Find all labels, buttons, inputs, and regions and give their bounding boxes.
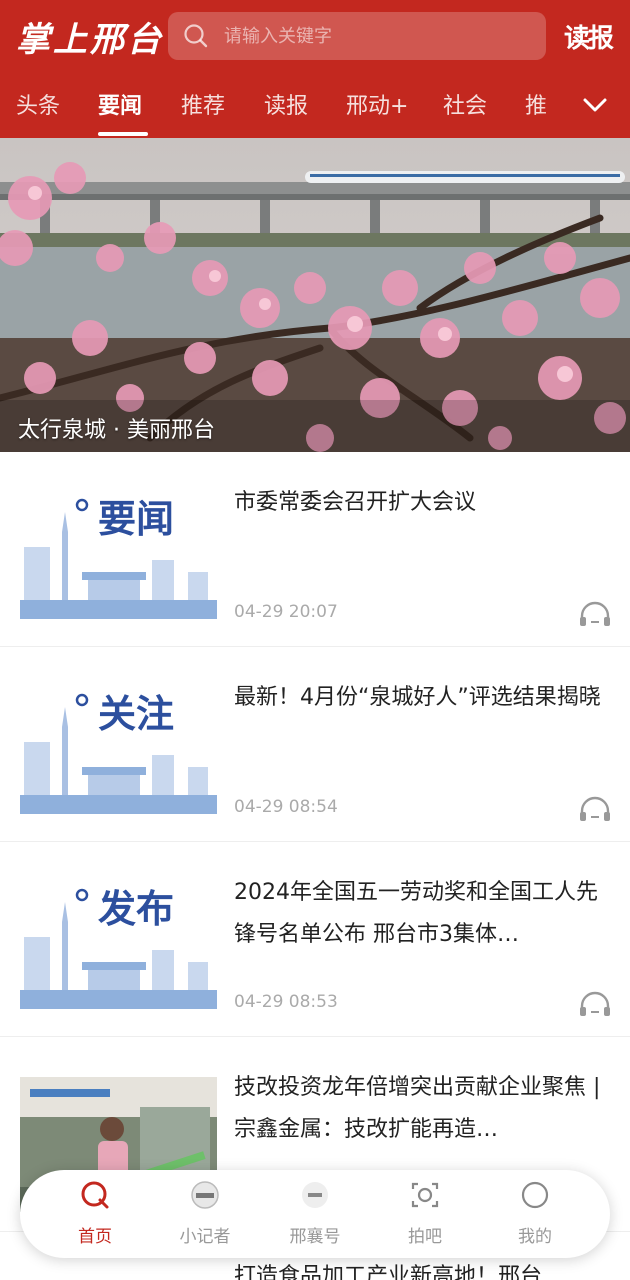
news-title[interactable]: 市委常委会召开扩大会议 bbox=[234, 482, 609, 524]
news-thumbnail: 发布 bbox=[20, 882, 217, 1017]
thumbnail-label: 发布 bbox=[98, 886, 174, 931]
news-thumbnail: 关注 bbox=[20, 687, 217, 822]
banner-caption: 太行泉城 · 美丽邢台 bbox=[18, 418, 215, 443]
tab-tuijian[interactable]: 推荐 bbox=[181, 88, 225, 120]
nav-label: 我的 bbox=[518, 1227, 552, 1247]
news-title[interactable]: 最新！4月份“泉城好人”评选结果揭晓 bbox=[234, 677, 609, 719]
news-item[interactable]: 要闻 市委常委会召开扩大会议 04-29 20:07 bbox=[0, 452, 630, 647]
active-tab-indicator bbox=[98, 132, 148, 136]
nav-profile[interactable]: 我的 bbox=[480, 1170, 590, 1258]
read-paper-button[interactable]: 读报 bbox=[564, 16, 614, 56]
bottom-navigation: 首页 小记者 邢襄号 拍吧 我的 bbox=[20, 1170, 610, 1258]
news-title-partial[interactable]: 打造食品加工产业新高地！邢台 bbox=[234, 1258, 542, 1280]
news-item[interactable]: 关注 最新！4月份“泉城好人”评选结果揭晓 04-29 08:54 bbox=[0, 647, 630, 842]
tab-toutiao[interactable]: 头条 bbox=[16, 88, 60, 120]
chevron-down-icon[interactable] bbox=[580, 90, 610, 120]
news-time: 04-29 20:07 bbox=[234, 602, 338, 622]
hero-banner[interactable]: 太行泉城 · 美丽邢台 bbox=[0, 138, 630, 452]
camera-icon bbox=[411, 1182, 439, 1208]
news-time: 04-29 08:54 bbox=[234, 797, 338, 817]
nav-reporter[interactable]: 小记者 bbox=[150, 1170, 260, 1258]
news-title[interactable]: 2024年全国五一劳动奖和全国工人先锋号名单公布 邢台市3集体… bbox=[234, 872, 609, 956]
news-title[interactable]: 技改投资龙年倍增突出贡献企业聚焦 | 宗鑫金属：技改扩能再造… bbox=[234, 1067, 609, 1151]
nav-xingxiang[interactable]: 邢襄号 bbox=[260, 1170, 370, 1258]
nav-label: 邢襄号 bbox=[289, 1227, 341, 1247]
channel-tabs: 头条 要闻 推荐 读报 邢动+ 社会 推 bbox=[0, 76, 630, 138]
app-header: 掌上邢台 读报 头条 要闻 推荐 读报 邢动+ 社会 推 bbox=[0, 0, 630, 138]
xingxiang-badge-icon bbox=[302, 1182, 328, 1208]
app-logo[interactable]: 掌上邢台 bbox=[16, 10, 164, 62]
tab-yaowen[interactable]: 要闻 bbox=[98, 88, 142, 120]
headphones-icon[interactable] bbox=[578, 795, 612, 823]
tab-dubao[interactable]: 读报 bbox=[264, 88, 308, 120]
tab-shehui[interactable]: 社会 bbox=[443, 88, 487, 120]
nav-label: 首页 bbox=[78, 1227, 112, 1247]
search-bar[interactable] bbox=[168, 12, 546, 60]
headphones-icon[interactable] bbox=[578, 990, 612, 1018]
nav-label: 小记者 bbox=[179, 1227, 231, 1247]
nav-paiba[interactable]: 拍吧 bbox=[370, 1170, 480, 1258]
reporter-badge-icon bbox=[191, 1181, 219, 1209]
thumbnail-label: 要闻 bbox=[98, 496, 174, 541]
banner-photo bbox=[0, 138, 630, 452]
nav-home[interactable]: 首页 bbox=[40, 1170, 150, 1258]
search-icon bbox=[184, 24, 208, 48]
search-input[interactable] bbox=[224, 25, 524, 47]
thumbnail-label: 关注 bbox=[98, 691, 174, 736]
news-time: 04-29 08:53 bbox=[234, 992, 338, 1012]
headphones-icon[interactable] bbox=[578, 600, 612, 628]
news-thumbnail: 要闻 bbox=[20, 492, 217, 627]
home-icon bbox=[81, 1181, 109, 1209]
news-item[interactable]: 发布 2024年全国五一劳动奖和全国工人先锋号名单公布 邢台市3集体… 04-2… bbox=[0, 842, 630, 1037]
profile-icon bbox=[521, 1181, 549, 1209]
nav-label: 拍吧 bbox=[408, 1227, 442, 1247]
tab-xingdong[interactable]: 邢动+ bbox=[346, 88, 408, 120]
